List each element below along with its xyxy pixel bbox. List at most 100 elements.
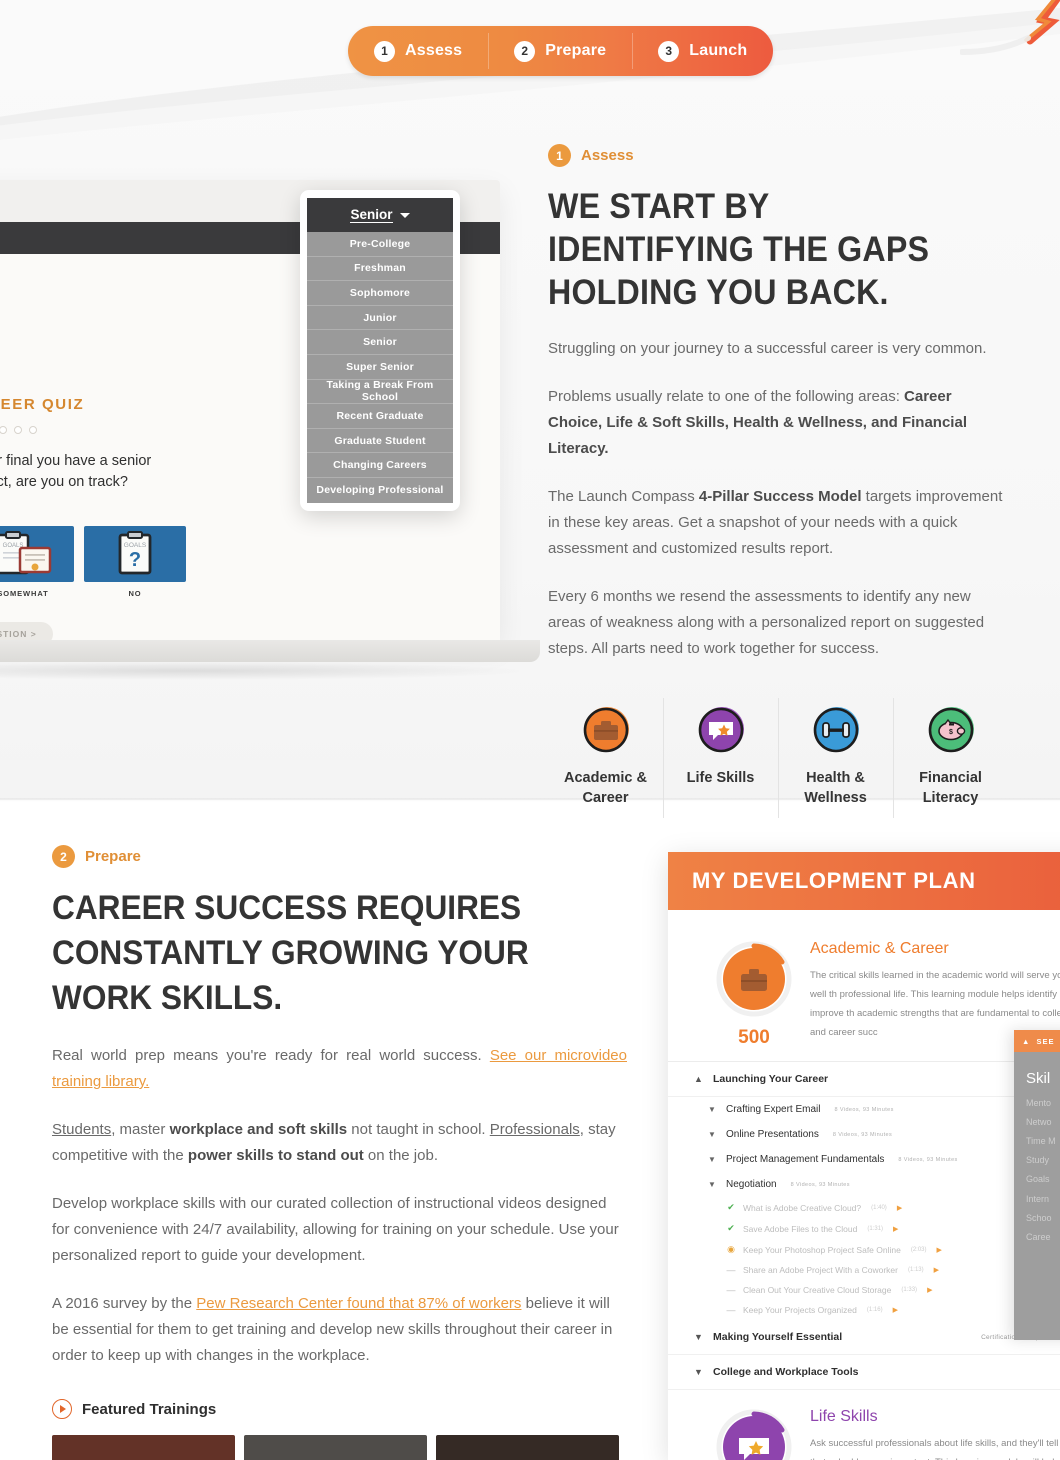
tree-subsection-label: Crafting Expert Email: [726, 1104, 821, 1115]
play-icon[interactable]: ▶: [893, 1225, 898, 1233]
skills-panel-item[interactable]: Time M: [1014, 1131, 1060, 1150]
quiz-progress-dot: [13, 426, 22, 434]
year-dropdown-option[interactable]: Recent Graduate: [307, 404, 453, 429]
progress-step-prepare[interactable]: 2 Prepare: [488, 26, 632, 76]
year-dropdown-option[interactable]: Taking a Break From School: [307, 379, 453, 405]
play-icon[interactable]: ▶: [934, 1266, 939, 1274]
pillar-health-wellness[interactable]: Health & Wellness: [778, 698, 893, 818]
training-card[interactable]: Financial Fundamentals: [436, 1435, 619, 1460]
year-dropdown-toggle[interactable]: Senior: [307, 198, 453, 232]
training-card-list[interactable]: Communication Skills Customer Service Fina…: [52, 1435, 627, 1460]
year-dropdown-option[interactable]: Developing Professional: [307, 478, 453, 503]
laptop-quiz-mockup: ACADEMIC & CAREER QUIZ nfident in your a…: [0, 180, 580, 700]
year-dropdown-option[interactable]: Freshman: [307, 257, 453, 282]
pillar-financial-literacy[interactable]: $ Financial Literacy: [893, 698, 1008, 818]
chevron-up-icon: ▲: [694, 1074, 703, 1084]
training-card[interactable]: Communication Skills: [52, 1435, 235, 1460]
year-dropdown-selected: Senior: [350, 207, 393, 223]
progress-steps[interactable]: 1 Assess 2 Prepare 3 Launch: [348, 26, 774, 76]
professionals-link[interactable]: Professionals: [490, 1121, 580, 1138]
check-icon: ✔: [727, 1223, 735, 1233]
skills-panel-item[interactable]: Schoo: [1014, 1208, 1060, 1227]
students-link[interactable]: Students: [52, 1121, 111, 1138]
quiz-answer-option[interactable]: GOALS ? NO: [84, 526, 186, 598]
svg-text:?: ?: [129, 549, 141, 571]
skills-panel-item[interactable]: Netwo: [1014, 1112, 1060, 1131]
pillar-academic-career[interactable]: Academic & Career: [548, 698, 663, 818]
skills-panel-toggle[interactable]: ▲ SEE: [1014, 1030, 1060, 1052]
tree-section-label: Launching Your Career: [713, 1073, 829, 1085]
tree-subsection[interactable]: ▼ Negotiation 8 Videos, 93 Minutes: [668, 1172, 1060, 1197]
progress-step-assess[interactable]: 1 Assess: [348, 26, 488, 76]
year-dropdown-option[interactable]: Sophomore: [307, 281, 453, 306]
tree-subsection[interactable]: ▼ Crafting Expert Email 8 Videos, 93 Minut…: [668, 1097, 1060, 1122]
tree-video-item[interactable]: ✔ Save Adobe Files to the Cloud (1:31) ▶: [668, 1218, 1060, 1239]
tree-subsection-label: Negotiation: [726, 1179, 777, 1190]
play-icon[interactable]: ▶: [893, 1306, 898, 1314]
year-dropdown-option[interactable]: Super Senior: [307, 355, 453, 380]
pillar-list: Academic & Career Life Skills Health & W…: [548, 698, 1008, 818]
skills-panel-list[interactable]: Mento Netwo Time M Study Goals Intern Schoo Car…: [1014, 1093, 1060, 1247]
training-card[interactable]: Customer Service: [244, 1435, 427, 1460]
briefcase-icon: [580, 704, 632, 756]
year-dropdown-option[interactable]: Junior: [307, 306, 453, 331]
tree-video-duration: (1:40): [871, 1204, 887, 1211]
year-dropdown-option[interactable]: Changing Careers: [307, 453, 453, 478]
tree-section[interactable]: ▲ Launching Your Career: [668, 1062, 1060, 1097]
dev-module-academic-career: 500 Academic & Career The critical skill…: [668, 910, 1060, 1057]
tree-section[interactable]: ▼ Making Yourself Essential Certification …: [668, 1320, 1060, 1355]
speech-bubble-star-icon: [715, 1408, 793, 1460]
tree-subsection-duration: 8 Videos, 93 Minutes: [832, 1131, 893, 1138]
step-label-prepare: Prepare: [545, 42, 607, 59]
step-number-3: 3: [658, 40, 680, 62]
tree-subsection-duration: 8 Videos, 93 Minutes: [834, 1106, 894, 1113]
play-icon[interactable]: ▶: [897, 1204, 902, 1212]
training-card-overlay: [244, 1435, 427, 1460]
assess-paragraph-4: Every 6 months we resend the assessments…: [548, 588, 985, 657]
skills-panel-item[interactable]: Study: [1014, 1151, 1060, 1170]
prepare-p2-bold-2: power skills to stand out: [187, 1147, 364, 1164]
tree-subsection[interactable]: ▼ Online Presentations 8 Videos, 93 Minute…: [668, 1122, 1060, 1147]
play-icon[interactable]: ▶: [927, 1286, 932, 1294]
tree-video-item[interactable]: — Share an Adobe Project With a Coworker (…: [668, 1260, 1060, 1280]
pillar-label: Health & Wellness: [804, 770, 867, 806]
step-number-2: 2: [514, 40, 536, 62]
chevron-up-icon: ▲: [1022, 1036, 1031, 1046]
year-dropdown-option[interactable]: Pre-College: [307, 232, 453, 257]
year-dropdown-card[interactable]: Senior Pre-College Freshman Sophomore Junio…: [300, 190, 460, 511]
featured-trainings-label: Featured Trainings: [82, 1400, 217, 1418]
quiz-answer-label: SOMEWHAT: [0, 589, 49, 598]
assess-paragraph-2: Problems usually relate to one of the fo…: [548, 384, 1008, 462]
step-label-assess: Assess: [405, 42, 463, 59]
prepare-p2-d: on the job.: [363, 1147, 438, 1164]
skills-panel-item[interactable]: Goals: [1014, 1170, 1060, 1189]
skills-panel-item[interactable]: Mento: [1014, 1093, 1060, 1112]
skills-panel-item[interactable]: Caree: [1014, 1227, 1060, 1246]
quiz-answers[interactable]: S GOALS: [0, 526, 186, 598]
tree-section[interactable]: ▼ College and Workplace Tools: [668, 1355, 1060, 1390]
skills-panel-bar-label: SEE: [1036, 1036, 1055, 1046]
tree-video-item[interactable]: — Clean Out Your Creative Cloud Storage (1…: [668, 1280, 1060, 1300]
assess-step-name: Assess: [581, 147, 634, 164]
year-dropdown-option[interactable]: Graduate Student: [307, 429, 453, 454]
tree-video-item[interactable]: ✔ What is Adobe Creative Cloud? (1:40) ▶: [668, 1197, 1060, 1218]
pew-research-link[interactable]: Pew Research Center found that 87% of wo…: [196, 1295, 521, 1312]
dash-icon: —: [726, 1285, 736, 1295]
tree-video-item[interactable]: ◉ Keep Your Photoshop Project Safe Online…: [668, 1239, 1060, 1260]
skills-panel-item[interactable]: Intern: [1014, 1189, 1060, 1208]
quiz-progress-dots: [0, 426, 180, 434]
year-dropdown-option[interactable]: Senior: [307, 330, 453, 355]
progress-step-launch[interactable]: 3 Launch: [632, 26, 773, 76]
chevron-down-icon: ▼: [694, 1332, 703, 1342]
quiz-answer-option[interactable]: GOALS SOMEWHAT: [0, 526, 74, 598]
module-tree[interactable]: ▲ Launching Your Career ▼ Crafting Expert E…: [668, 1061, 1060, 1390]
tree-subsection[interactable]: ▼ Project Management Fundamentals 8 Videos…: [668, 1147, 1060, 1172]
tree-video-item[interactable]: — Keep Your Projects Organized (1:16) ▶: [668, 1300, 1060, 1320]
pillar-life-skills[interactable]: Life Skills: [663, 698, 778, 818]
prepare-p1-a: Real world prep means you're ready for r…: [52, 1047, 490, 1064]
play-icon[interactable]: ▶: [937, 1246, 942, 1254]
quiz-progress-dot: [0, 426, 7, 434]
speech-bubble-star-icon: [695, 704, 747, 756]
laptop-base: [0, 640, 540, 662]
year-dropdown-list[interactable]: Pre-College Freshman Sophomore Junior Senior…: [307, 232, 453, 503]
